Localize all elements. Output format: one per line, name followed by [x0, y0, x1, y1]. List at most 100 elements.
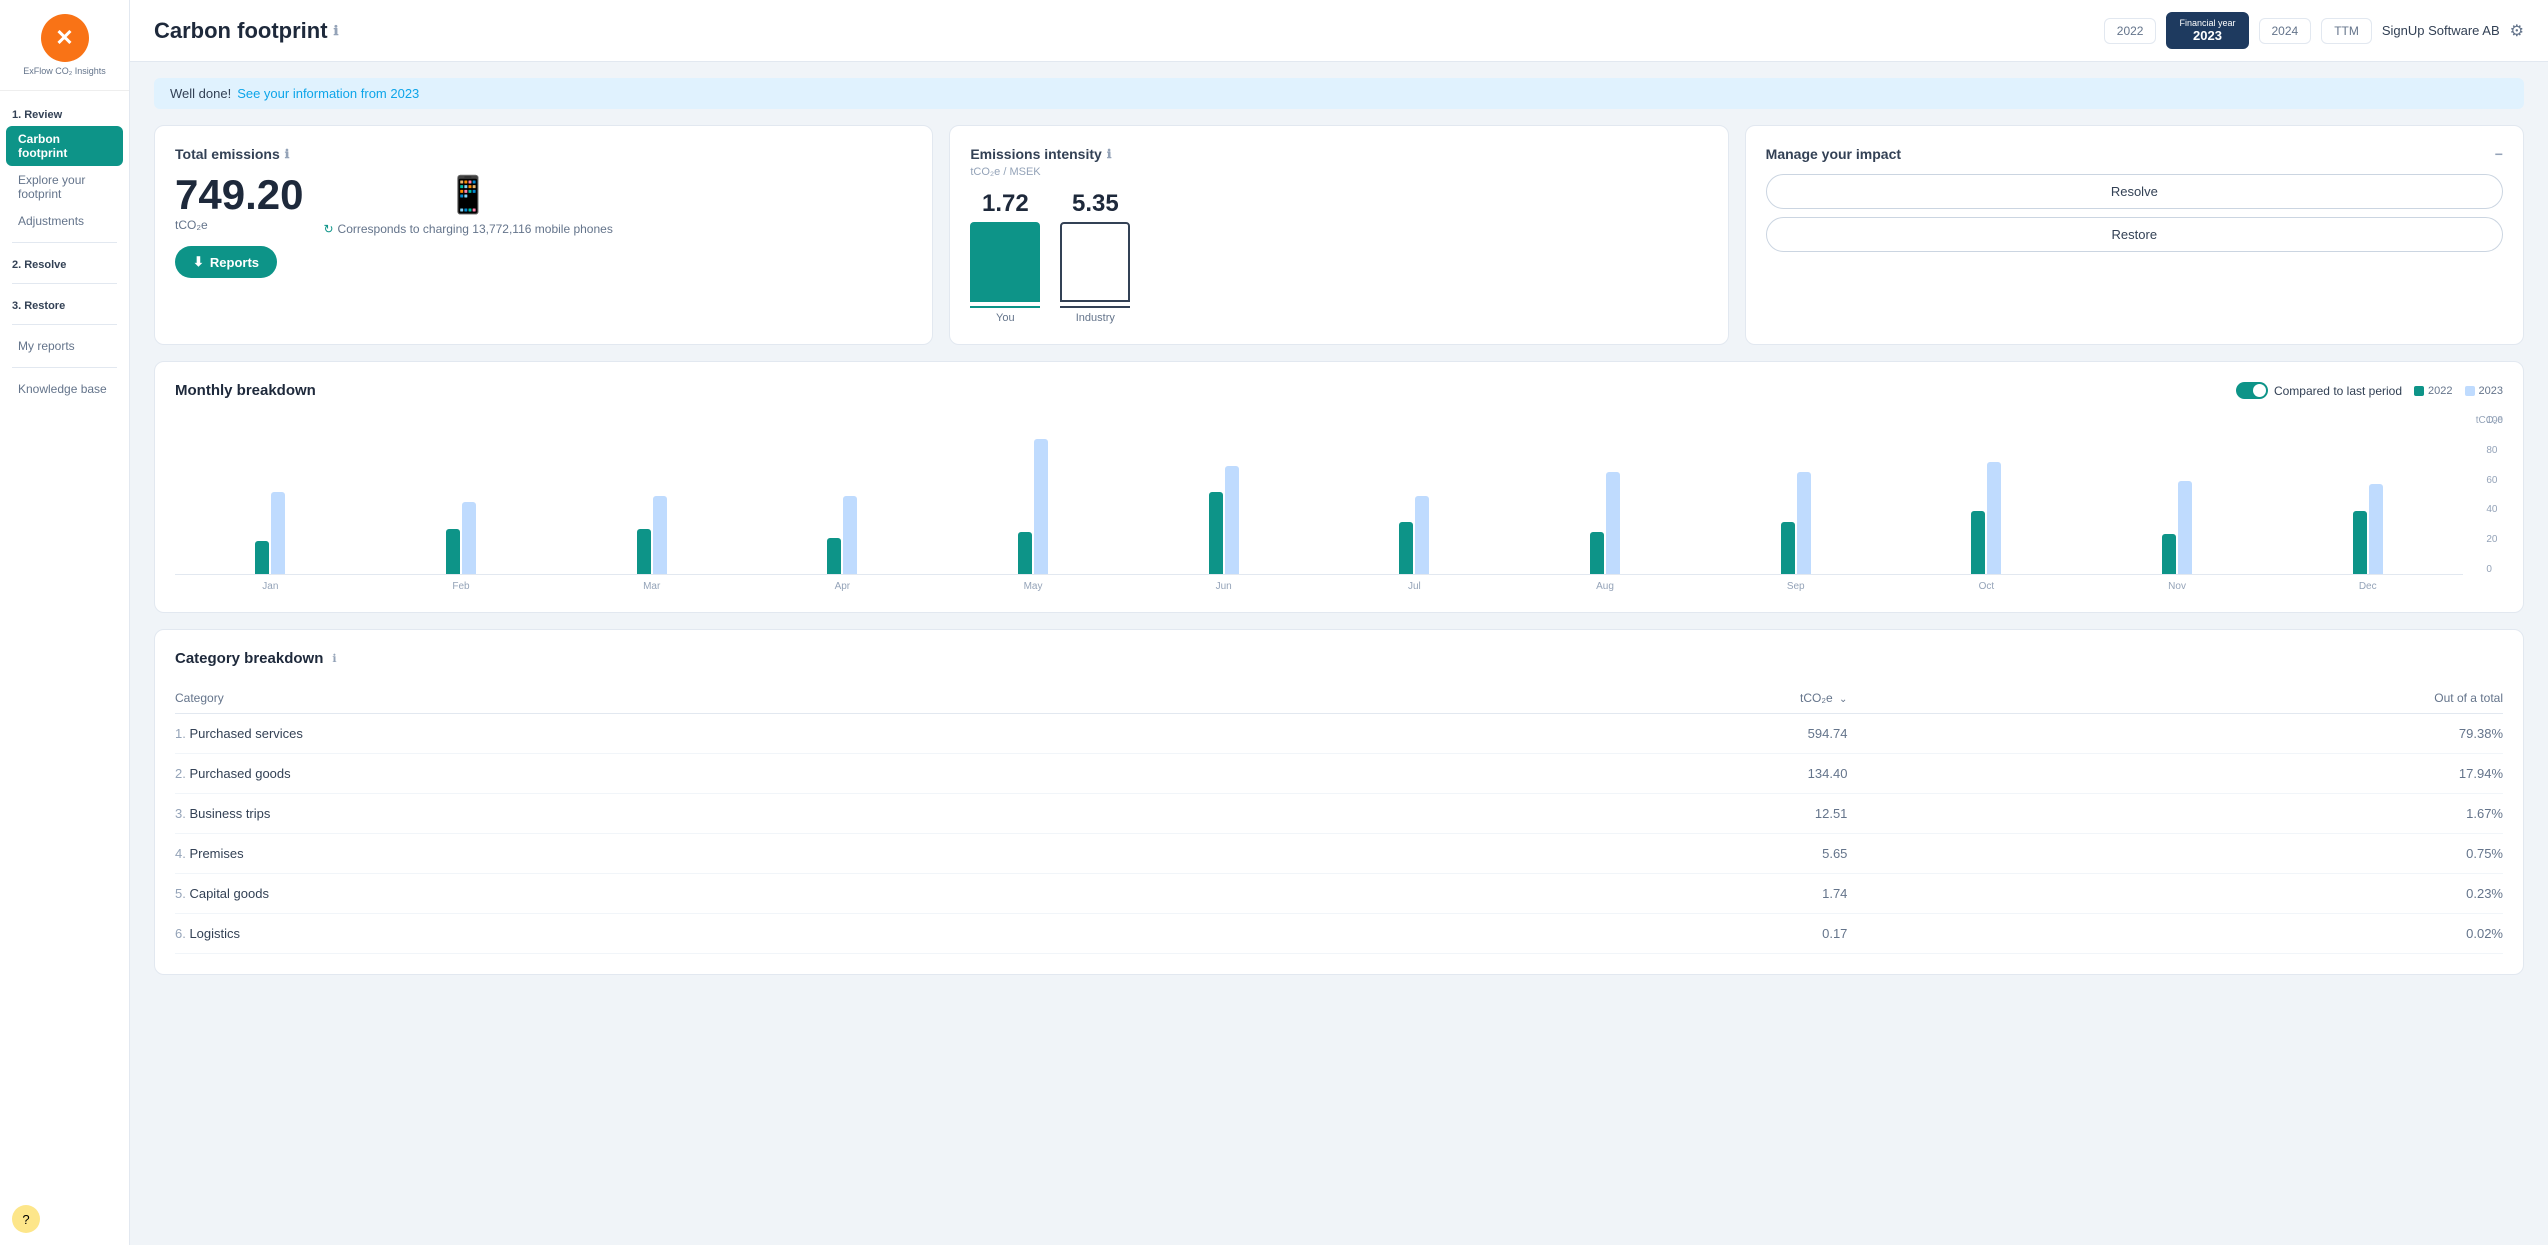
month-label-apr: Apr — [747, 581, 938, 592]
month-group-dec — [2272, 484, 2463, 574]
intensity-subtitle: tCO₂e / MSEK — [970, 166, 1707, 178]
month-group-feb — [366, 502, 557, 574]
company-name: SignUp Software AB — [2382, 23, 2500, 38]
bar-2023-jun[interactable] — [1225, 466, 1239, 574]
bar-2023-aug[interactable] — [1606, 472, 1620, 574]
emissions-unit: tCO₂e — [175, 218, 303, 232]
bar-2022-dec[interactable] — [2353, 511, 2367, 574]
cat-name: 5. Capital goods — [175, 874, 1395, 914]
reports-button[interactable]: ⬇ Reports — [175, 246, 277, 278]
mobile-phones-card: 📱 ↻ Corresponds to charging 13,772,116 m… — [323, 174, 612, 236]
table-row[interactable]: 4. Premises 5.65 0.75% — [175, 834, 2503, 874]
logo-area: ✕ ExFlow CO₂ Insights — [0, 0, 129, 91]
settings-icon[interactable]: ⚙ — [2510, 21, 2524, 41]
bar-2022-aug[interactable] — [1590, 532, 1604, 574]
year-2023-button[interactable]: Financial year 2023 — [2166, 12, 2248, 49]
cat-name: 6. Logistics — [175, 914, 1395, 954]
legend-2022: 2022 — [2414, 385, 2452, 397]
bar-2023-jan[interactable] — [271, 492, 285, 575]
sidebar-nav: 1. Review Carbon footprint Explore your … — [0, 91, 129, 1193]
month-label-jan: Jan — [175, 581, 366, 592]
month-group-jan — [175, 492, 366, 575]
category-info-icon: ℹ — [332, 652, 336, 665]
table-row[interactable]: 5. Capital goods 1.74 0.23% — [175, 874, 2503, 914]
resolve-button[interactable]: Resolve — [1766, 174, 2503, 209]
manage-close-icon[interactable]: − — [2495, 146, 2503, 162]
month-label-oct: Oct — [1891, 581, 2082, 592]
cat-name: 2. Purchased goods — [175, 754, 1395, 794]
col-category: Category — [175, 683, 1395, 714]
bar-2023-apr[interactable] — [843, 496, 857, 574]
bar-2022-nov[interactable] — [2162, 534, 2176, 575]
you-bar — [970, 222, 1040, 302]
table-row[interactable]: 6. Logistics 0.17 0.02% — [175, 914, 2503, 954]
bar-2023-feb[interactable] — [462, 502, 476, 574]
header-right: 2022 Financial year 2023 2024 TTM SignUp… — [2104, 12, 2524, 49]
table-row[interactable]: 2. Purchased goods 134.40 17.94% — [175, 754, 2503, 794]
category-title: Category breakdown — [175, 650, 323, 667]
bar-2023-mar[interactable] — [653, 496, 667, 574]
bar-2022-feb[interactable] — [446, 529, 460, 574]
bar-2023-may[interactable] — [1034, 439, 1048, 574]
chart-bars — [175, 415, 2463, 575]
category-table: Category tCO₂e ⌄ Out of a total 1. Purch… — [175, 683, 2503, 954]
help-badge[interactable]: ? — [12, 1205, 40, 1233]
industry-bar — [1060, 222, 1130, 302]
total-emissions-card: Total emissions ℹ 749.20 tCO₂e ⬇ Reports… — [154, 125, 933, 345]
bar-2023-sep[interactable] — [1797, 472, 1811, 574]
you-bar-line — [970, 306, 1040, 308]
legend-dot-2023 — [2465, 386, 2475, 396]
bar-2023-oct[interactable] — [1987, 462, 2001, 575]
alert-prefix: Well done! — [170, 86, 231, 101]
intensity-info-icon: ℹ — [1107, 147, 1112, 161]
sidebar-item-explore[interactable]: Explore your footprint — [6, 167, 123, 207]
y-axis-ticks: 100 80 60 40 20 0 — [2486, 415, 2503, 575]
cat-name: 3. Business trips — [175, 794, 1395, 834]
toggle-switch[interactable] — [2236, 382, 2268, 399]
month-label-mar: Mar — [556, 581, 747, 592]
manage-title: Manage your impact − — [1766, 146, 2503, 162]
year-2024-button[interactable]: 2024 — [2259, 18, 2312, 44]
phone-icon: 📱 — [446, 174, 491, 216]
sidebar-item-my-reports[interactable]: My reports — [6, 333, 123, 359]
sidebar-item-adjustments[interactable]: Adjustments — [6, 208, 123, 234]
emissions-left: 749.20 tCO₂e ⬇ Reports — [175, 174, 303, 278]
year-ttm-button[interactable]: TTM — [2321, 18, 2372, 44]
year-2022-button[interactable]: 2022 — [2104, 18, 2157, 44]
restore-button[interactable]: Restore — [1766, 217, 2503, 252]
bar-2022-jun[interactable] — [1209, 492, 1223, 575]
nav-divider-4 — [12, 367, 117, 368]
industry-value: 5.35 — [1072, 190, 1119, 218]
cat-value: 1.74 — [1395, 874, 1847, 914]
bar-2022-apr[interactable] — [827, 538, 841, 574]
nav-section-2: 2. Resolve — [0, 251, 129, 275]
cat-name: 1. Purchased services — [175, 714, 1395, 754]
month-labels: JanFebMarAprMayJunJulAugSepOctNovDec — [175, 581, 2463, 592]
bar-2022-jul[interactable] — [1399, 522, 1413, 575]
table-row[interactable]: 1. Purchased services 594.74 79.38% — [175, 714, 2503, 754]
bar-2023-jul[interactable] — [1415, 496, 1429, 574]
bar-2023-nov[interactable] — [2178, 481, 2192, 574]
bar-2022-may[interactable] — [1018, 532, 1032, 574]
month-group-nov — [2082, 481, 2273, 574]
page-title: Carbon footprint ℹ — [154, 18, 338, 44]
col-tco2e[interactable]: tCO₂e ⌄ — [1395, 683, 1847, 714]
bar-2022-oct[interactable] — [1971, 511, 1985, 574]
sidebar-item-knowledge-base[interactable]: Knowledge base — [6, 376, 123, 402]
month-group-aug — [1510, 472, 1701, 574]
bar-2023-dec[interactable] — [2369, 484, 2383, 574]
monthly-title: Monthly breakdown — [175, 382, 316, 399]
bar-2022-mar[interactable] — [637, 529, 651, 574]
sidebar: ✕ ExFlow CO₂ Insights 1. Review Carbon f… — [0, 0, 130, 1245]
alert-link[interactable]: See your information from 2023 — [237, 86, 419, 101]
nav-section-1: 1. Review — [0, 101, 129, 125]
month-label-dec: Dec — [2272, 581, 2463, 592]
bar-2022-sep[interactable] — [1781, 522, 1795, 575]
month-label-jul: Jul — [1319, 581, 1510, 592]
intensity-bars: 1.72 You 5.35 Industry — [970, 190, 1707, 324]
sidebar-item-carbon-footprint[interactable]: Carbon footprint — [6, 126, 123, 166]
month-group-oct — [1891, 462, 2082, 575]
content-area: Well done! See your information from 202… — [130, 62, 2548, 1245]
table-row[interactable]: 3. Business trips 12.51 1.67% — [175, 794, 2503, 834]
bar-2022-jan[interactable] — [255, 541, 269, 574]
